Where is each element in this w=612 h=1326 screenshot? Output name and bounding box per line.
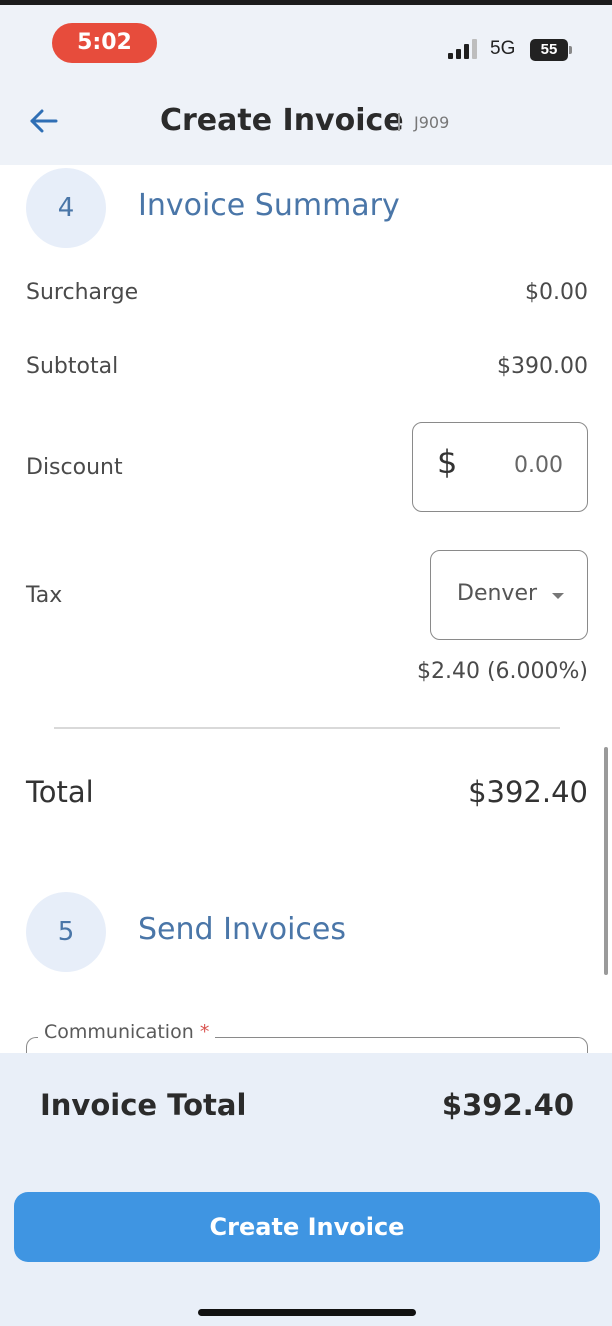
surcharge-value: $0.00: [525, 280, 588, 305]
subtotal-value: $390.00: [497, 354, 588, 379]
total-value: $392.40: [468, 775, 588, 809]
discount-field[interactable]: $: [412, 422, 588, 512]
invoice-summary-title: Invoice Summary: [138, 188, 400, 223]
invoice-total-value: $392.40: [441, 1088, 574, 1122]
job-id: J909: [414, 113, 450, 132]
chevron-down-icon: [552, 593, 564, 599]
home-indicator[interactable]: [198, 1309, 416, 1316]
back-arrow-icon[interactable]: [24, 101, 64, 141]
battery-icon: 55: [530, 39, 572, 61]
total-label: Total: [26, 775, 94, 809]
step-4-badge: 4: [26, 168, 106, 248]
signal-icon: [448, 39, 478, 59]
invoice-form[interactable]: 4 Invoice Summary Surcharge $0.00 Subtot…: [0, 165, 612, 1053]
discount-label: Discount: [26, 455, 123, 480]
surcharge-label: Surcharge: [26, 280, 139, 305]
page-title: Create Invoice: [160, 103, 404, 138]
app-header: Create Invoice J909: [0, 77, 612, 165]
tax-amount: $2.40 (6.000%): [416, 659, 588, 684]
send-invoices-title: Send Invoices: [138, 912, 346, 947]
title-separator: [398, 113, 400, 131]
create-invoice-button[interactable]: Create Invoice: [14, 1192, 600, 1262]
status-bar: 5:02 5G 55: [0, 5, 612, 77]
scrollbar[interactable]: [604, 747, 608, 975]
invoice-footer: Invoice Total $392.40 Create Invoice: [0, 1053, 612, 1326]
dollar-sign: $: [437, 443, 458, 481]
required-marker: *: [199, 1021, 210, 1043]
network-label: 5G: [490, 38, 516, 59]
divider: [54, 727, 560, 729]
status-time: 5:02: [52, 23, 157, 63]
discount-input[interactable]: [473, 453, 563, 478]
tax-selected-value: Denver: [457, 581, 538, 606]
communication-label: Communication *: [38, 1021, 216, 1043]
step-5-badge: 5: [26, 892, 106, 972]
invoice-total-label: Invoice Total: [40, 1088, 247, 1122]
subtotal-label: Subtotal: [26, 354, 119, 379]
tax-label: Tax: [26, 583, 63, 608]
tax-select[interactable]: Denver: [430, 550, 588, 640]
